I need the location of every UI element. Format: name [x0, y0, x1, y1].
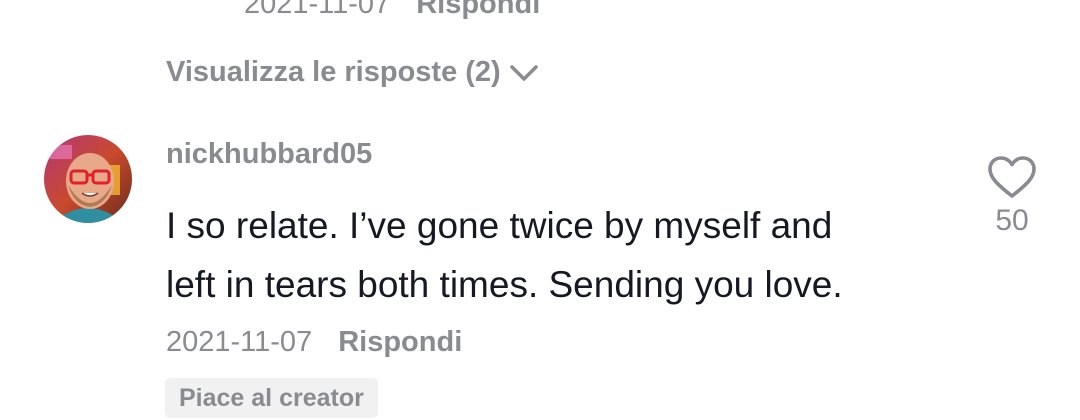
heart-outline-icon — [988, 156, 1036, 198]
previous-comment-meta: 2021-11-07 Rispondi — [244, 0, 540, 21]
view-replies-button[interactable]: Visualizza le risposte (2) — [166, 56, 539, 89]
like-count: 50 — [995, 204, 1029, 237]
comment-meta: 2021-11-07 Rispondi — [166, 326, 462, 359]
comment-date: 2021-11-07 — [166, 326, 313, 358]
comment-text-line: left in tears both times. Sending you lo… — [166, 264, 843, 305]
avatar[interactable] — [44, 135, 132, 223]
comment-text-line: I so relate. I’ve gone twice by myself a… — [166, 205, 833, 246]
chevron-down-icon — [509, 64, 538, 81]
comment-text: I so relate. I’ve gone twice by myself a… — [166, 196, 956, 314]
previous-comment-date: 2021-11-07 — [244, 0, 391, 20]
creator-liked-badge: Piace al creator — [165, 378, 378, 418]
reply-button[interactable]: Rispondi — [338, 326, 462, 358]
comment-username[interactable]: nickhubbard05 — [166, 138, 372, 171]
like-button[interactable]: 50 — [982, 154, 1042, 238]
view-replies-label: Visualizza le risposte (2) — [166, 56, 501, 88]
previous-comment-reply-button[interactable]: Rispondi — [416, 0, 540, 20]
avatar-image — [44, 135, 132, 223]
